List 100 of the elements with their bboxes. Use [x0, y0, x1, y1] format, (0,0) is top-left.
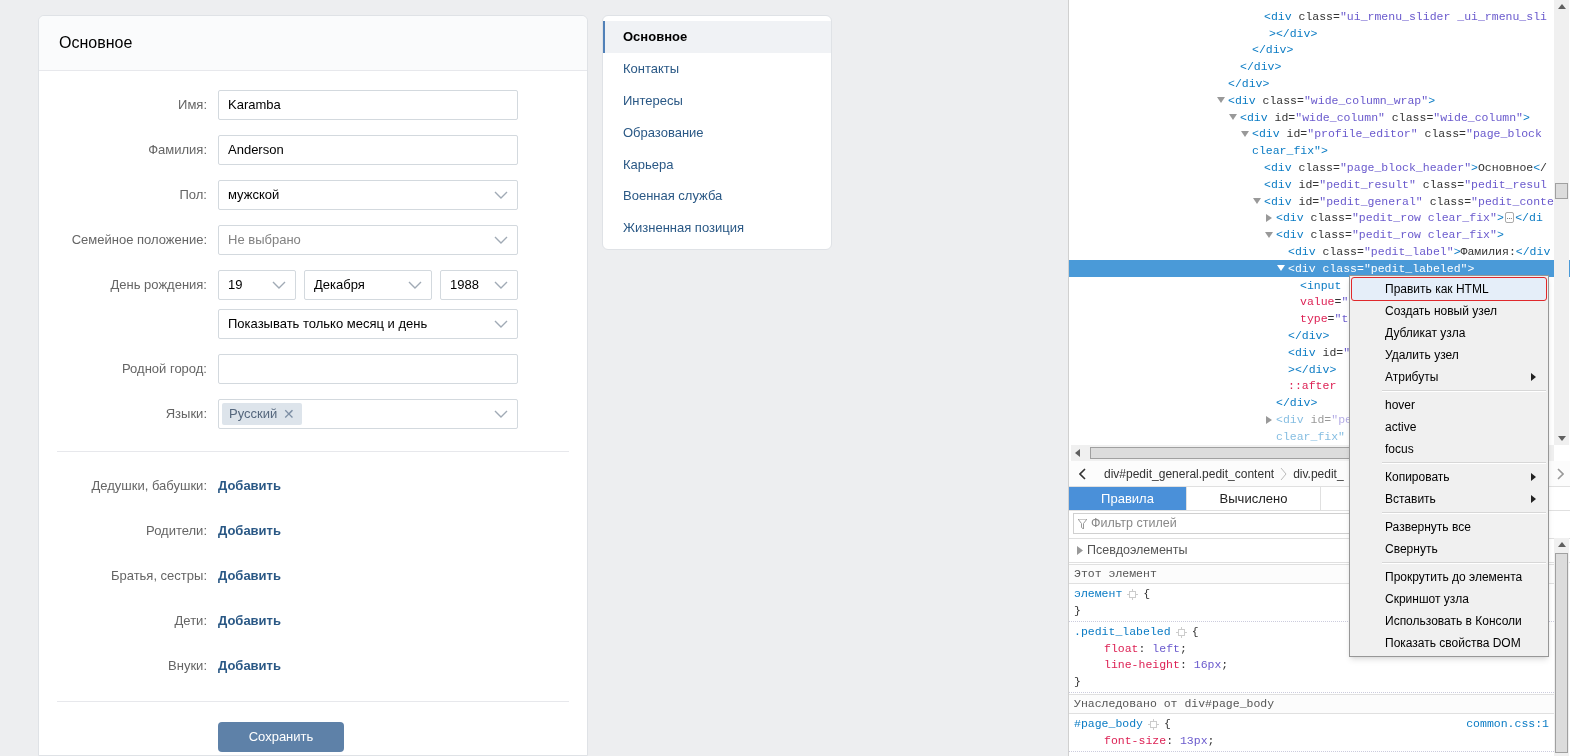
collapsed-badge[interactable]: …	[1504, 212, 1515, 224]
add-link[interactable]: Добавить	[218, 566, 281, 586]
markup-line[interactable]: <div class="pedit_row clear_fix">	[1276, 226, 1504, 244]
markup-line[interactable]: <div class="page_block_header">Основное</	[1264, 158, 1547, 177]
markup-line[interactable]: ::after	[1288, 377, 1337, 395]
menu-item[interactable]: active	[1352, 416, 1546, 438]
source-link[interactable]: common.css:1	[1466, 716, 1549, 733]
scroll-down-icon[interactable]	[1557, 436, 1566, 441]
text-field[interactable]: Karamba	[218, 90, 518, 120]
field-label: Внуки:	[168, 657, 207, 676]
css-declaration[interactable]: line-height: 16px;	[1074, 657, 1549, 674]
language-tag: Русский ✕	[222, 403, 303, 425]
scroll-thumb[interactable]	[1555, 183, 1568, 199]
markup-line[interactable]: </di	[1515, 209, 1543, 227]
text-field[interactable]: Anderson	[218, 135, 518, 165]
markup-line[interactable]: <div class="ui_rmenu_slider _ui_rmenu_sli	[1264, 7, 1547, 26]
collapse-arrow-icon[interactable]	[1217, 96, 1225, 105]
select-field[interactable]: Показывать только месяц и день	[218, 309, 518, 339]
menu-item[interactable]: Скриншот узла	[1352, 588, 1546, 610]
expand-arrow-icon[interactable]	[1265, 415, 1273, 424]
scroll-thumb[interactable]	[1555, 553, 1568, 753]
menu-item[interactable]: Карьера	[603, 148, 831, 181]
vertical-scrollbar[interactable]	[1554, 0, 1569, 445]
menu-item[interactable]: Основное	[603, 21, 831, 53]
menu-item[interactable]: Атрибуты	[1352, 366, 1546, 388]
menu-item[interactable]: Править как HTML	[1352, 278, 1546, 300]
markup-line[interactable]: </div>	[1240, 58, 1282, 76]
collapse-arrow-icon[interactable]	[1265, 230, 1273, 239]
menu-item[interactable]: Использовать в Консоли	[1352, 610, 1546, 632]
select-field[interactable]: Декабря	[304, 270, 432, 300]
vertical-scrollbar[interactable]	[1554, 538, 1569, 756]
select-field[interactable]: 19	[218, 270, 296, 300]
select-field[interactable]: 1988	[440, 270, 518, 300]
markup-line[interactable]: <div class="pedit_row clear_fix">	[1276, 209, 1504, 227]
menu-item[interactable]: Создать новый узел	[1352, 300, 1546, 322]
markup-line[interactable]: </div>	[1276, 394, 1318, 412]
chevron-right-icon[interactable]	[1557, 467, 1564, 480]
menu-item[interactable]: Показать свойства DOM	[1352, 632, 1546, 654]
markup-line[interactable]: <div id="pedit_general" class="pedit_conte	[1264, 192, 1554, 210]
menu-item[interactable]: Вставить	[1352, 488, 1546, 510]
save-button[interactable]: Сохранить	[218, 722, 344, 752]
node-picker-icon[interactable]	[1148, 718, 1159, 730]
menu-item[interactable]: Дубликат узла	[1352, 322, 1546, 344]
scroll-left-icon[interactable]	[1075, 449, 1080, 457]
menu-item[interactable]: Копировать	[1352, 466, 1546, 488]
menu-item[interactable]: Прокрутить до элемента	[1352, 566, 1546, 588]
markup-line[interactable]: </div>	[1228, 74, 1270, 93]
markup-line[interactable]: </div>	[1288, 326, 1330, 345]
menu-item[interactable]: Свернуть	[1352, 538, 1546, 560]
menu-item[interactable]: Контакты	[603, 52, 831, 85]
select-field[interactable]: Не выбрано	[218, 225, 518, 255]
menu-item[interactable]: Удалить узел	[1352, 344, 1546, 366]
expand-arrow-icon[interactable]	[1265, 213, 1273, 222]
menu-item[interactable]: Военная служба	[603, 180, 831, 213]
section-header: Унаследовано от div#page_body	[1074, 696, 1275, 713]
markup-line[interactable]: <div class="pedit_label">Фамилия:</div	[1288, 242, 1551, 261]
markup-line[interactable]: <div id="	[1288, 343, 1351, 361]
node-picker-icon[interactable]	[1175, 626, 1187, 638]
field-label: Пол:	[179, 186, 207, 205]
expand-arrow-icon[interactable]	[1077, 546, 1083, 555]
menu-item[interactable]: Жизненная позиция	[603, 212, 831, 244]
collapse-arrow-icon[interactable]	[1277, 264, 1285, 273]
menu-item[interactable]: Интересы	[603, 84, 831, 117]
markup-line[interactable]: ></div>	[1288, 360, 1337, 378]
add-link[interactable]: Добавить	[218, 521, 281, 541]
markup-line[interactable]: clear_fix">	[1252, 142, 1328, 160]
collapse-arrow-icon[interactable]	[1229, 113, 1237, 122]
markup-line[interactable]: type="t	[1300, 310, 1349, 328]
markup-line[interactable]: <div id="wide_column" class="wide_column">	[1240, 108, 1530, 126]
css-selector[interactable]: элемент	[1074, 586, 1123, 603]
add-link[interactable]: Добавить	[218, 611, 281, 631]
css-selector[interactable]: #page_body	[1074, 716, 1143, 733]
breadcrumb[interactable]: div.pedit_	[1293, 464, 1344, 483]
css-declaration[interactable]: font-size: 13px;	[1074, 732, 1549, 749]
markup-line[interactable]: </div>	[1252, 41, 1294, 59]
collapse-arrow-icon[interactable]	[1241, 129, 1249, 138]
brace: {	[1191, 624, 1199, 640]
add-link[interactable]: Добавить	[218, 476, 281, 496]
chevron-left-icon[interactable]	[1079, 467, 1086, 480]
chevron-down-icon	[272, 281, 286, 289]
menu-item[interactable]: hover	[1352, 394, 1546, 416]
markup-line[interactable]: value="	[1300, 293, 1349, 311]
menu-item[interactable]: focus	[1352, 438, 1546, 460]
field-label: Родители:	[146, 522, 207, 541]
select-field[interactable]: мужской	[218, 180, 518, 210]
breadcrumb[interactable]: div#pedit_general.pedit_content	[1104, 464, 1275, 483]
collapse-arrow-icon[interactable]	[1253, 197, 1261, 206]
markup-line[interactable]: <div class="wide_column_wrap">	[1228, 91, 1436, 109]
scroll-up-icon[interactable]	[1557, 542, 1566, 547]
markup-line[interactable]: ></div>	[1269, 24, 1318, 42]
node-picker-icon[interactable]	[1127, 588, 1139, 600]
menu-item[interactable]: Образование	[603, 116, 831, 149]
markup-line[interactable]: <div id="profile_editor" class="page_block	[1252, 125, 1542, 143]
css-selector[interactable]: .pedit_labeled	[1074, 624, 1171, 641]
markup-line[interactable]: <input	[1300, 276, 1342, 294]
add-link[interactable]: Добавить	[218, 656, 281, 676]
text-field[interactable]	[218, 354, 518, 384]
markup-line[interactable]: <div id="pedit_result" class="pedit_resul	[1264, 175, 1547, 193]
scroll-up-icon[interactable]	[1557, 4, 1566, 9]
tag-field[interactable]: Русский ✕	[218, 399, 518, 429]
